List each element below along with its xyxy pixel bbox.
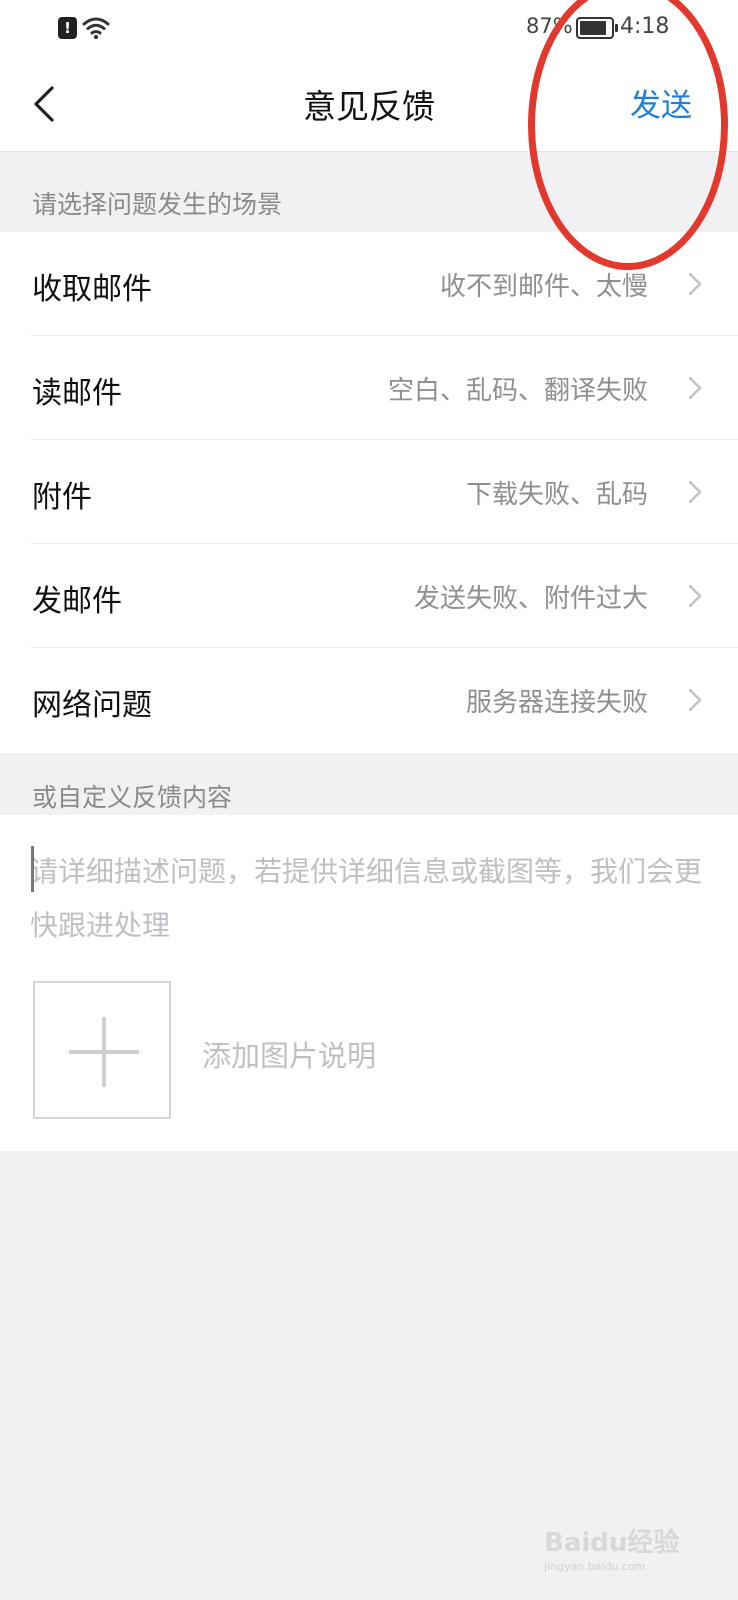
scenario-item-desc: 收不到邮件、太慢 [439,272,648,302]
scenario-section-label: 请选择问题发生的场景 [32,190,283,219]
scenario-item-label: 附件 [32,480,92,515]
add-photo-button[interactable] [33,981,171,1119]
scenario-item-read-mail[interactable]: 读邮件 空白、乱码、翻译失败 [0,336,738,440]
custom-section-label: 或自定义反馈内容 [32,783,233,812]
wifi-icon [82,17,110,40]
scenario-item-send-mail[interactable]: 发邮件 发送失败、附件过大 [0,544,738,648]
scenario-item-attachment[interactable]: 附件 下载失败、乱码 [0,440,738,544]
chevron-right-icon [688,480,702,504]
chevron-right-icon [688,376,702,400]
page-title: 意见反馈 [303,87,435,126]
scenario-list: 收取邮件 收不到邮件、太慢 读邮件 空白、乱码、翻译失败 附件 下载失败、乱码 … [0,232,738,753]
alert-icon [58,17,77,39]
feedback-panel: 添加图片说明 [0,815,738,1151]
battery-percentage: 87% [526,14,573,38]
scenario-item-desc: 下载失败、乱码 [465,480,648,510]
chevron-right-icon [688,688,702,712]
feedback-textarea[interactable] [30,845,710,955]
scenario-item-network[interactable]: 网络问题 服务器连接失败 [0,648,738,752]
add-photo-label: 添加图片说明 [202,1039,377,1073]
chevron-right-icon [688,584,702,608]
scenario-item-desc: 发送失败、附件过大 [413,584,648,614]
scenario-item-desc: 空白、乱码、翻译失败 [387,376,648,406]
battery-icon [576,17,618,39]
plus-icon-vertical [102,1017,106,1087]
scenario-item-receive-mail[interactable]: 收取邮件 收不到邮件、太慢 [0,232,738,336]
text-caret [31,846,34,892]
watermark-logo: Baidu经验 jingyan.baidu.com [544,1520,704,1573]
header-bar: 意见反馈 发送 [0,56,738,152]
watermark-url: jingyan.baidu.com [544,1560,646,1573]
scenario-item-label: 收取邮件 [32,272,152,307]
scenario-item-label: 网络问题 [32,688,152,723]
scenario-item-label: 发邮件 [32,584,122,619]
send-button[interactable]: 发送 [630,80,692,125]
clock: 4:18 [620,14,670,39]
scenario-item-label: 读邮件 [32,376,122,411]
watermark-text: Baidu经验 [544,1528,680,1558]
scenario-item-desc: 服务器连接失败 [465,688,648,718]
chevron-right-icon [688,272,702,296]
status-bar: 87% 4:18 [0,0,738,56]
